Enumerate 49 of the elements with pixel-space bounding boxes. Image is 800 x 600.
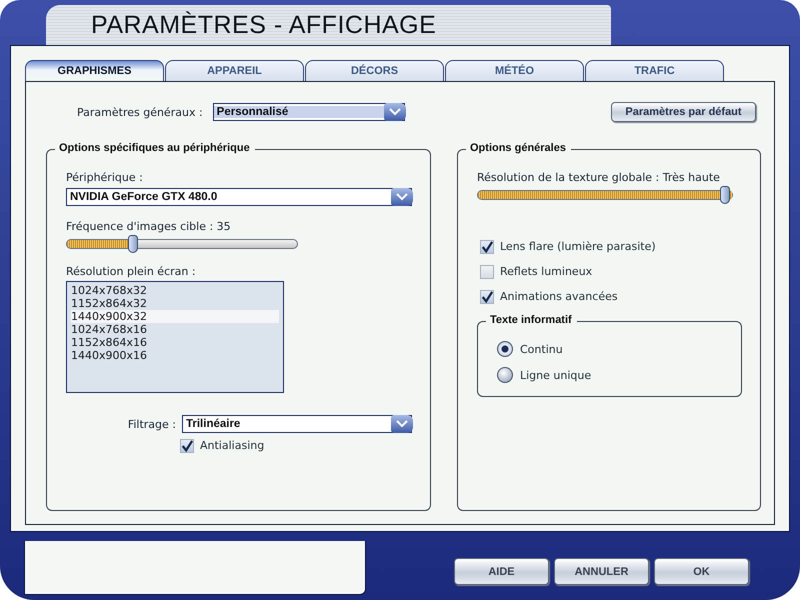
field-label: Paramètres généraux : xyxy=(77,106,203,118)
radio-button[interactable] xyxy=(497,367,513,383)
list-item[interactable]: 1152x864x32 xyxy=(71,297,279,310)
list-item[interactable]: 1440x900x16 xyxy=(71,349,279,362)
field-label: Périphérique : xyxy=(66,171,144,184)
slider-label: Résolution de la texture globale : Très haute xyxy=(477,171,721,184)
group-title: Options spécifiques au périphérique xyxy=(55,142,255,154)
list-item[interactable]: 1024x768x32 xyxy=(71,284,279,297)
tab[interactable]: MÉTÉO xyxy=(445,60,584,81)
slider-thumb[interactable] xyxy=(128,235,138,253)
checkbox[interactable] xyxy=(480,264,494,278)
group-title: Options générales xyxy=(466,142,571,154)
chevron-down-icon xyxy=(396,193,408,201)
resolution-list[interactable]: 1024x768x32 1152x864x32 1440x900x32 1024x768x16 1152x864x16 1440x900x16 xyxy=(66,281,284,393)
list-label: Résolution plein écran : xyxy=(66,265,197,278)
check-icon xyxy=(481,290,493,304)
dropdown[interactable]: Personnalisé xyxy=(212,103,405,121)
check-icon xyxy=(181,438,193,452)
checkbox[interactable] xyxy=(180,438,194,452)
window-title: PARAMÈTRES - AFFICHAGE xyxy=(91,10,436,40)
radio-button[interactable] xyxy=(497,341,513,357)
tab[interactable]: APPAREIL xyxy=(165,60,304,81)
dropdown[interactable]: NVIDIA GeForce GTX 480.0 xyxy=(66,188,412,206)
group-title: Texte informatif xyxy=(486,314,577,326)
checkbox[interactable] xyxy=(480,240,494,254)
list-item[interactable]: 1152x864x16 xyxy=(71,336,279,349)
dialog-button[interactable]: ANNULER xyxy=(554,558,649,585)
chevron-down-icon xyxy=(396,420,408,428)
checkbox[interactable] xyxy=(480,290,494,304)
field-label: Filtrage : xyxy=(128,418,176,430)
radio-label: Ligne unique xyxy=(520,368,592,382)
dialog-button[interactable]: OK xyxy=(654,558,749,585)
dropdown[interactable]: Trilinéaire xyxy=(182,415,412,433)
tab[interactable]: GRAPHISMES xyxy=(25,60,164,81)
checkbox-label: Lens flare (lumière parasite) xyxy=(500,240,656,253)
slider-thumb[interactable] xyxy=(720,186,730,204)
check-icon xyxy=(481,240,493,254)
checkbox-label: Reflets lumineux xyxy=(500,265,592,278)
dialog-button[interactable]: AIDE xyxy=(454,558,549,585)
checkbox-label: Antialiasing xyxy=(200,439,264,452)
radio-label: Continu xyxy=(520,342,563,356)
slider-label: Fréquence d'images cible : 35 xyxy=(66,220,232,233)
tab[interactable]: DÉCORS xyxy=(305,60,444,81)
checkbox-label: Animations avancées xyxy=(500,290,618,303)
tab[interactable]: TRAFIC xyxy=(585,60,724,81)
list-item[interactable]: 1440x900x32 xyxy=(71,310,279,323)
chevron-down-icon xyxy=(388,108,401,116)
list-item[interactable]: 1024x768x16 xyxy=(71,323,279,336)
default-button[interactable]: Paramètres par défaut xyxy=(611,102,756,122)
